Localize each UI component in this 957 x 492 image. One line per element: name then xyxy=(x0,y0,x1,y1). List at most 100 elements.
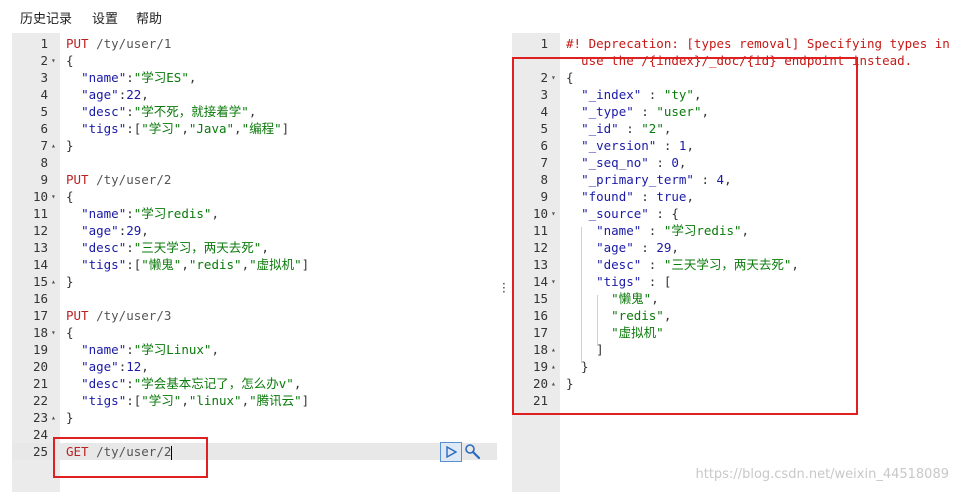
code-line[interactable]: 20 "age":12, xyxy=(12,358,497,375)
code-token: "age" xyxy=(81,223,119,238)
code-token: "age" xyxy=(81,87,119,102)
code-token: "tigs" xyxy=(81,121,127,136)
code-line[interactable]: 4 "age":22, xyxy=(12,86,497,103)
code-line[interactable]: 13 "desc":"三天学习，两天去死", xyxy=(12,239,497,256)
line-number: 1 xyxy=(40,36,48,51)
code-line[interactable]: 6 "tigs":["学习","Java","编程"] xyxy=(12,120,497,137)
menu-settings[interactable]: 设置 xyxy=(92,8,118,27)
code-text: "tigs":["学习","Java","编程"] xyxy=(66,120,289,137)
play-icon xyxy=(446,446,457,458)
code-token: "age" xyxy=(81,359,119,374)
code-line[interactable]: 19 "name":"学习Linux", xyxy=(12,341,497,358)
code-line[interactable]: 10 ▾ { xyxy=(12,188,497,205)
code-token: , xyxy=(293,376,302,391)
code-line[interactable]: 3 "name":"学习ES", xyxy=(12,69,497,86)
code-line[interactable]: 17 PUT /ty/user/3 xyxy=(12,307,497,324)
code-text: "tigs":["学习","linux","腾讯云"] xyxy=(66,392,309,409)
line-number: 16 xyxy=(32,291,48,306)
pane-divider[interactable] xyxy=(497,33,512,492)
code-token: { xyxy=(66,189,74,204)
line-number: 23 xyxy=(32,410,48,425)
code-line[interactable]: 12 "age":29, xyxy=(12,222,497,239)
code-line[interactable]: 16 xyxy=(12,290,497,307)
code-text: } xyxy=(66,409,74,426)
code-line[interactable]: 14 "tigs":["懒鬼","redis","虚拟机"] xyxy=(12,256,497,273)
code-line[interactable]: 1 PUT /ty/user/1 xyxy=(12,35,497,52)
code-line[interactable]: 11 "name":"学习redis", xyxy=(12,205,497,222)
highlight-box-response xyxy=(512,57,858,415)
line-number: 17 xyxy=(32,308,48,323)
menu-bar: 历史记录 设置 帮助 xyxy=(0,0,957,33)
code-token: { xyxy=(66,325,74,340)
line-number: 8 xyxy=(40,155,48,170)
unfold-arrow-icon[interactable]: ▴ xyxy=(51,137,56,154)
line-number: 15 xyxy=(32,274,48,289)
line-number: 1 xyxy=(540,36,548,51)
line-number: 13 xyxy=(32,240,48,255)
unfold-arrow-icon[interactable]: ▴ xyxy=(51,409,56,426)
code-text: PUT /ty/user/1 xyxy=(66,35,171,52)
code-line[interactable]: 5 "desc":"学不死，就接着学", xyxy=(12,103,497,120)
line-number: 12 xyxy=(32,223,48,238)
resize-handle-icon[interactable]: · · · xyxy=(502,278,506,298)
code-text: } xyxy=(66,137,74,154)
code-line[interactable]: 22 "tigs":["学习","linux","腾讯云"] xyxy=(12,392,497,409)
code-token: "linux" xyxy=(188,393,242,408)
menu-history[interactable]: 历史记录 xyxy=(20,8,72,27)
code-line[interactable]: 21 "desc":"学会基本忘记了，怎么办v", xyxy=(12,375,497,392)
code-token: , xyxy=(241,393,250,408)
code-text: PUT /ty/user/3 xyxy=(66,307,171,324)
code-token: : xyxy=(126,104,134,119)
code-text: "desc":"学不死，就接着学", xyxy=(66,103,256,120)
code-line[interactable]: 8 xyxy=(12,154,497,171)
code-line[interactable]: 7 ▴} xyxy=(12,137,497,154)
fold-arrow-icon[interactable]: ▾ xyxy=(51,52,56,69)
code-text: "name":"学习redis", xyxy=(66,205,219,222)
code-line[interactable]: 18 ▾ { xyxy=(12,324,497,341)
code-line[interactable]: 15 ▴} xyxy=(12,273,497,290)
code-token: :[ xyxy=(126,257,142,272)
fold-arrow-icon[interactable]: ▾ xyxy=(51,188,56,205)
line-number: 5 xyxy=(40,104,48,119)
code-token: "tigs" xyxy=(81,257,127,272)
highlight-box-request xyxy=(53,437,208,478)
menu-help[interactable]: 帮助 xyxy=(136,8,162,27)
code-token: ] xyxy=(281,121,290,136)
code-text: PUT /ty/user/2 xyxy=(66,171,171,188)
unfold-arrow-icon[interactable]: ▴ xyxy=(51,273,56,290)
code-token: /ty/user/3 xyxy=(96,308,172,323)
settings-wrench-button[interactable] xyxy=(464,443,482,461)
code-line[interactable]: 2 ▾ { xyxy=(12,52,497,69)
fold-arrow-icon[interactable]: ▾ xyxy=(51,324,56,341)
code-token: , xyxy=(141,223,149,238)
code-token: , xyxy=(181,121,189,136)
code-token: "编程" xyxy=(241,121,282,136)
code-line[interactable]: 23 ▴} xyxy=(12,409,497,426)
code-line[interactable]: 9 PUT /ty/user/2 xyxy=(12,171,497,188)
line-number: 14 xyxy=(32,257,48,272)
code-token: ] xyxy=(301,393,310,408)
line-number: 10 xyxy=(32,189,48,204)
code-token: "懒鬼" xyxy=(141,257,182,272)
code-text: "age":12, xyxy=(66,358,149,375)
line-number: 6 xyxy=(40,121,48,136)
code-token: } xyxy=(66,410,74,425)
code-token: "学习redis" xyxy=(133,206,212,221)
code-token: /ty/user/2 xyxy=(96,172,172,187)
code-token: "desc" xyxy=(81,240,127,255)
code-token: : xyxy=(126,376,134,391)
code-token: PUT xyxy=(66,308,97,323)
code-token: "学习ES" xyxy=(133,70,189,85)
code-text: "desc":"学会基本忘记了，怎么办v", xyxy=(66,375,301,392)
code-token: "Java" xyxy=(188,121,235,136)
request-editor[interactable]: 1 PUT /ty/user/1 2 ▾{3 "name":"学习ES", 4 "age… xyxy=(12,33,497,492)
code-token: "name" xyxy=(81,206,127,221)
run-request-button[interactable] xyxy=(440,442,462,462)
line-number: 21 xyxy=(32,376,48,391)
code-token: "desc" xyxy=(81,376,127,391)
